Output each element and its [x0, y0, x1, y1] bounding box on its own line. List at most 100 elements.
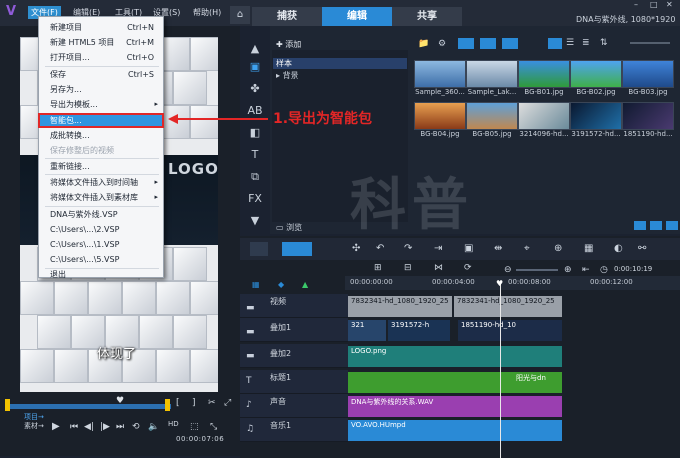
scroll-down-icon[interactable]: ▼: [246, 214, 264, 227]
menu-item-recent-2[interactable]: C:\Users\...\2.VSP: [40, 224, 162, 235]
link-icon[interactable]: ⚯: [638, 243, 646, 254]
timeline-view-button[interactable]: [282, 242, 312, 256]
mask-icon[interactable]: ◐: [614, 243, 623, 254]
mode-project[interactable]: 项目→: [24, 413, 44, 422]
menu-item-smart-package[interactable]: 智能包...: [38, 113, 164, 128]
menu-item-open-project[interactable]: 打开项目... Ctrl+O: [40, 52, 162, 63]
playhead[interactable]: [500, 284, 501, 458]
minimize-icon[interactable]: –: [634, 0, 638, 9]
zoom-in-icon[interactable]: ⊕: [564, 265, 572, 275]
play-icon[interactable]: ▶: [52, 421, 60, 432]
thumb-4[interactable]: [622, 60, 674, 88]
folder-background[interactable]: ▸ 背景: [273, 70, 299, 81]
clip-overlay1-c[interactable]: 1851190-hd_10: [458, 320, 562, 341]
tab-edit[interactable]: 编辑: [322, 7, 392, 26]
thumb-6[interactable]: [466, 102, 518, 130]
menu-item-recent-1[interactable]: DNA与紫外线.VSP: [40, 209, 162, 220]
menu-item-recent-3[interactable]: C:\Users\...\1.VSP: [40, 239, 162, 250]
record-icon[interactable]: ⇥: [434, 243, 442, 254]
motion-track-icon[interactable]: ⌖: [524, 243, 530, 254]
open-folder-icon[interactable]: 📁: [418, 39, 429, 49]
clip-title[interactable]: 阳光与dn: [348, 372, 562, 393]
undo-icon[interactable]: ↶: [376, 243, 384, 254]
tools-icon[interactable]: ✣: [352, 243, 360, 254]
menu-item-export-template[interactable]: 导出为模板... ▸: [40, 99, 162, 110]
multicam-icon[interactable]: ▦: [584, 243, 593, 254]
volume-icon[interactable]: 🔈: [148, 422, 159, 432]
track-manager-icon[interactable]: ▦: [252, 280, 260, 289]
library-option-2[interactable]: [650, 221, 662, 230]
clip-overlay2-logo[interactable]: LOGO.png: [348, 346, 562, 367]
sound-mixer-icon[interactable]: ▣: [464, 243, 473, 254]
menu-item-batch-convert[interactable]: 成批转换...: [40, 130, 162, 141]
sort-icon[interactable]: ⇅: [600, 38, 608, 48]
thumb-9[interactable]: [622, 102, 674, 130]
track-music1[interactable]: [240, 418, 348, 442]
folder-sample[interactable]: 样本: [273, 58, 407, 69]
graphics-icon[interactable]: ◧: [246, 126, 264, 139]
menu-item-new-html5[interactable]: 新建 HTML5 项目 Ctrl+M: [40, 37, 162, 48]
track-video[interactable]: [240, 294, 348, 318]
close-icon[interactable]: ✕: [666, 0, 673, 9]
add-folder-button[interactable]: ✚ 添加: [276, 39, 301, 50]
bracket-out-icon[interactable]: ]: [192, 398, 196, 408]
zoom-slider[interactable]: [516, 269, 558, 271]
settings-icon[interactable]: ⚙: [438, 39, 446, 49]
end-icon[interactable]: ⏭: [116, 422, 124, 432]
menu-item-exit[interactable]: 退出: [40, 269, 162, 280]
clip-overlay1-b[interactable]: 3191572-h: [388, 320, 450, 341]
scroll-up-icon[interactable]: ▲: [246, 42, 264, 55]
track-title1[interactable]: [240, 370, 348, 394]
thumb-7[interactable]: [518, 102, 570, 130]
storyboard-view-button[interactable]: [250, 242, 268, 256]
clip-video-1[interactable]: 7832341-hd_1080_1920_25: [348, 296, 452, 317]
thumb-1[interactable]: [466, 60, 518, 88]
tab-share[interactable]: 共享: [392, 7, 462, 26]
mode-clip[interactable]: 素材→: [24, 422, 44, 431]
menu-item-save[interactable]: 保存 Ctrl+S: [40, 69, 162, 80]
auto-music-icon[interactable]: ⇹: [494, 243, 502, 254]
mark-in-handle[interactable]: [5, 399, 10, 411]
thumbnail-view-toggle[interactable]: [548, 38, 562, 49]
thumb-size-slider[interactable]: [630, 42, 670, 44]
track-voice[interactable]: [240, 394, 348, 418]
ripple-icon[interactable]: ⟳: [464, 263, 472, 273]
thumb-0[interactable]: [414, 60, 466, 88]
scrubber-thumb-icon[interactable]: ♥: [116, 396, 124, 406]
menu-item-recent-4[interactable]: C:\Users\...\5.VSP: [40, 254, 162, 265]
split-icon[interactable]: ✂: [208, 398, 216, 408]
browse-button[interactable]: ▭ 浏览: [276, 222, 302, 233]
fx-icon[interactable]: FX: [246, 192, 264, 205]
mode-selector[interactable]: 项目→ 素材→: [24, 413, 44, 431]
fit-icon[interactable]: ⇤: [582, 265, 590, 275]
add-chapter-icon[interactable]: ◆: [278, 280, 284, 289]
instant-project-icon[interactable]: ✤: [246, 82, 264, 95]
bracket-in-icon[interactable]: [: [176, 398, 180, 408]
show-audio-toggle[interactable]: [502, 38, 518, 49]
zoom-out-icon[interactable]: ⊖: [504, 265, 512, 275]
track-visibility-icon[interactable]: ▲: [302, 280, 308, 289]
menu-item-relink[interactable]: 重新链接...: [40, 161, 162, 172]
menu-item-insert-timeline[interactable]: 将媒体文件插入到时间轴 ▸: [40, 177, 162, 188]
list-view-icon[interactable]: ☰: [566, 38, 574, 48]
maximize-icon[interactable]: □: [650, 0, 658, 9]
thumb-8[interactable]: [570, 102, 622, 130]
snapshot-icon[interactable]: ⬚: [190, 422, 199, 432]
track-overlay2[interactable]: [240, 344, 348, 368]
redo-icon[interactable]: ↷: [404, 243, 412, 254]
playhead-marker-icon[interactable]: ♥: [496, 279, 503, 288]
repeat-icon[interactable]: ⟲: [132, 422, 140, 432]
home-button[interactable]: ⌂: [230, 6, 250, 24]
media-icon[interactable]: ▣: [246, 60, 264, 73]
track-overlay1[interactable]: [240, 318, 348, 342]
clip-overlay1-a[interactable]: 321: [348, 320, 386, 341]
clip-music[interactable]: VO.AVO.HUmpd: [348, 420, 562, 441]
menu-item-save-as[interactable]: 另存为...: [40, 84, 162, 95]
tab-capture[interactable]: 捕获: [252, 7, 322, 26]
subtitle-icon[interactable]: ⊕: [554, 243, 562, 254]
caption-icon[interactable]: ⊞: [374, 263, 382, 273]
thumb-5[interactable]: [414, 102, 466, 130]
menu-help[interactable]: 帮助(H): [190, 6, 224, 19]
show-video-toggle[interactable]: [458, 38, 474, 49]
thumb-2[interactable]: [518, 60, 570, 88]
